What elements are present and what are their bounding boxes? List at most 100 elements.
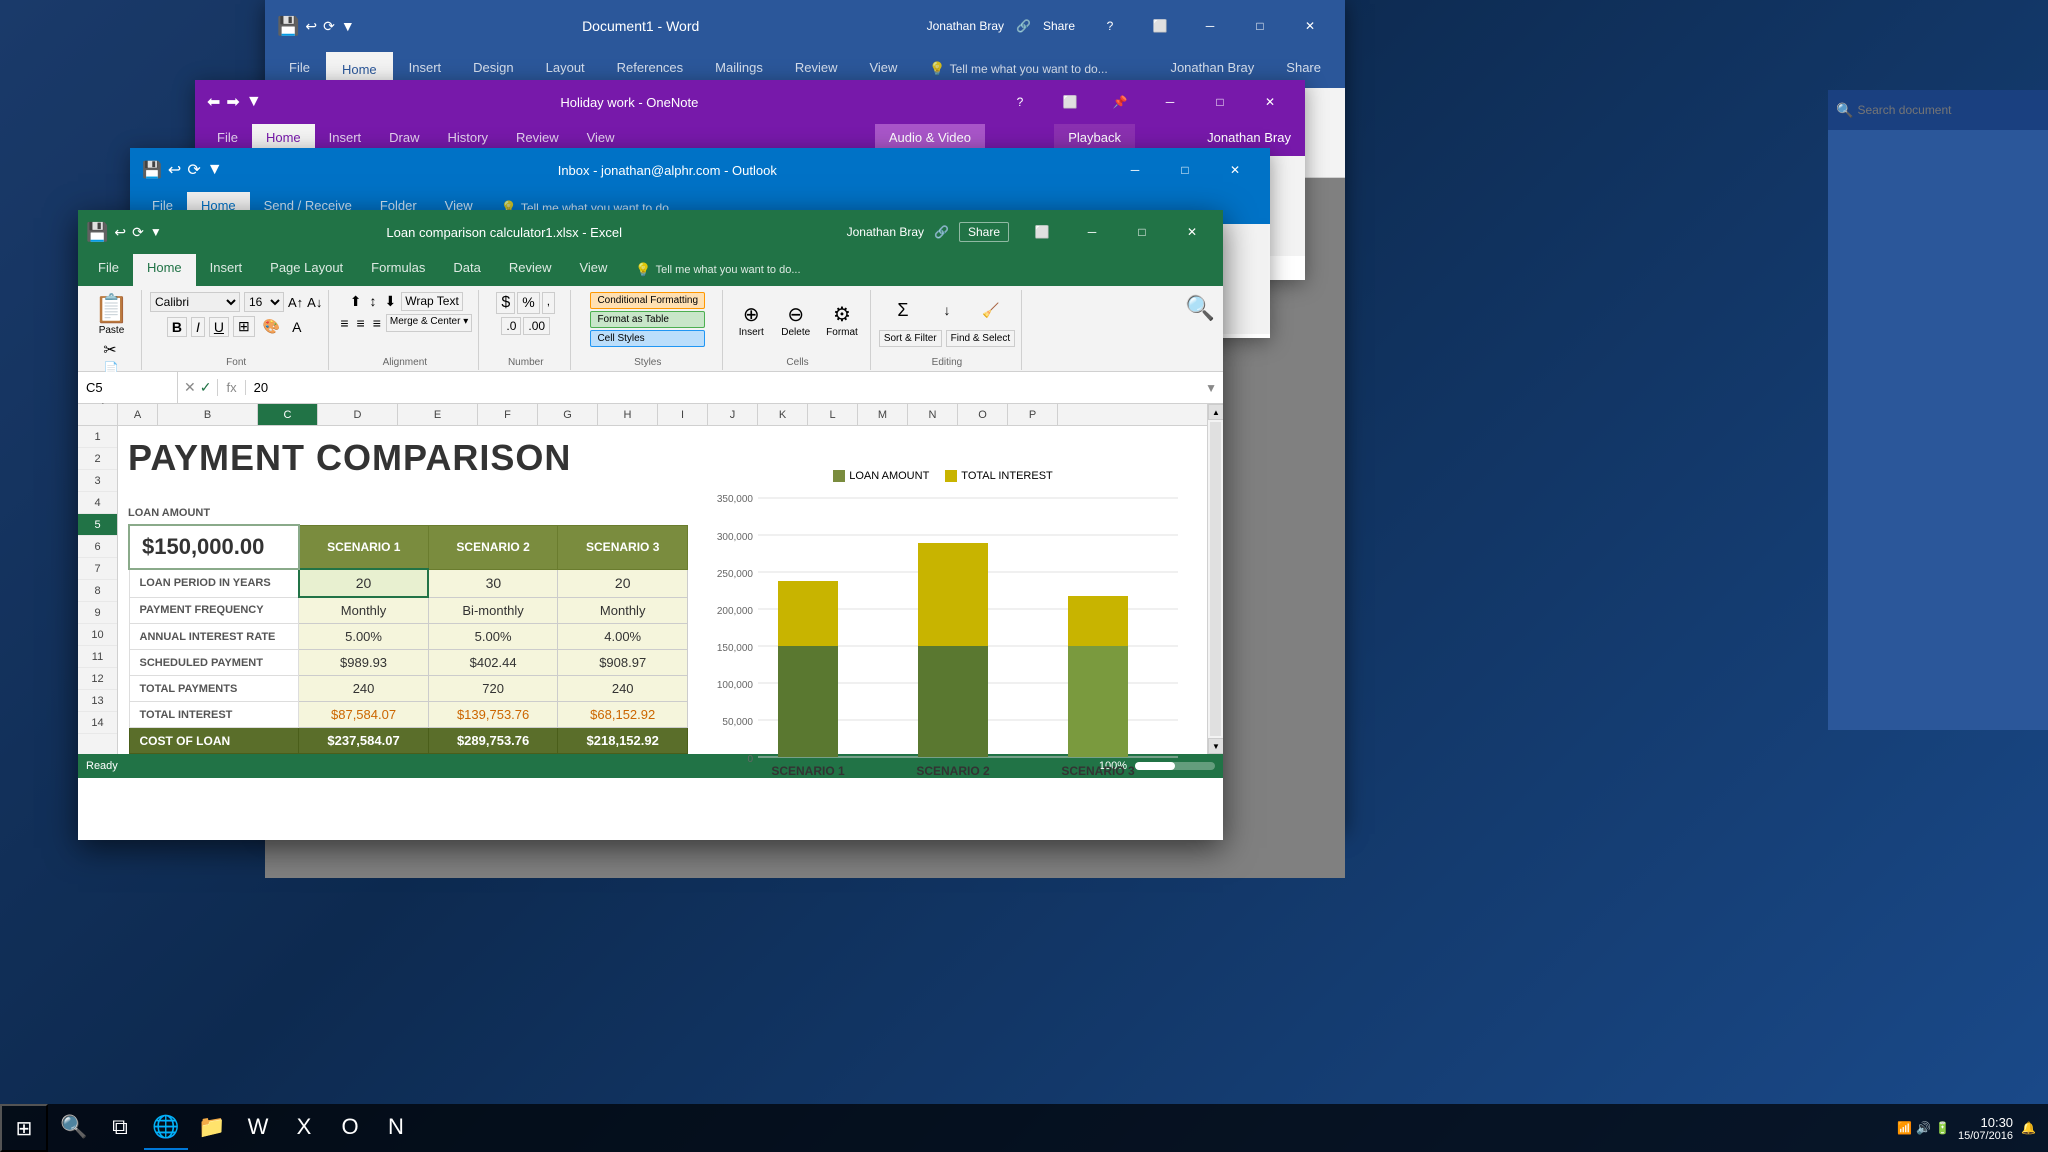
- align-center-btn[interactable]: ≡: [354, 314, 368, 332]
- font-color-btn[interactable]: A: [288, 318, 305, 336]
- payment-freq-s1[interactable]: Monthly: [299, 597, 429, 624]
- taskbar-battery-icon[interactable]: 🔋: [1935, 1121, 1950, 1135]
- onenote-audio-video-tab[interactable]: Audio & Video: [875, 124, 985, 151]
- total-interest-s3[interactable]: $68,152.92: [558, 702, 688, 728]
- align-top-btn[interactable]: ⬆: [347, 292, 365, 311]
- scheduled-payment-s3[interactable]: $908.97: [558, 650, 688, 676]
- cost-of-loan-s1[interactable]: $237,584.07: [299, 728, 429, 754]
- loan-period-s1[interactable]: 20: [299, 569, 429, 597]
- currency-btn[interactable]: $: [496, 292, 515, 314]
- excel-tab-data[interactable]: Data: [439, 254, 494, 286]
- align-left-btn[interactable]: ≡: [337, 314, 351, 332]
- onenote-help-btn[interactable]: ?: [997, 86, 1043, 118]
- fill-btn[interactable]: ↓: [927, 292, 967, 328]
- total-payments-s1[interactable]: 240: [299, 676, 429, 702]
- underline-btn[interactable]: U: [209, 317, 229, 337]
- annual-rate-s3[interactable]: 4.00%: [558, 624, 688, 650]
- sum-btn[interactable]: Σ: [883, 292, 923, 328]
- bold-btn[interactable]: B: [167, 317, 187, 337]
- excel-tab-review[interactable]: Review: [495, 254, 566, 286]
- excel-share-icon[interactable]: 🔗: [934, 225, 949, 239]
- loan-period-s2[interactable]: 30: [428, 569, 558, 597]
- row-13[interactable]: 13: [78, 690, 117, 712]
- col-header-c[interactable]: C: [258, 404, 318, 425]
- cost-of-loan-s2[interactable]: $289,753.76: [428, 728, 558, 754]
- vertical-scrollbar[interactable]: ▲ ▼: [1207, 404, 1223, 754]
- insert-cells-btn[interactable]: ⊕ Insert: [731, 296, 771, 344]
- row-11[interactable]: 11: [78, 646, 117, 668]
- col-header-p[interactable]: P: [1008, 404, 1058, 425]
- col-header-n[interactable]: N: [908, 404, 958, 425]
- sort-filter-btn[interactable]: Sort & Filter: [879, 330, 942, 347]
- clear-btn[interactable]: 🧹: [971, 292, 1011, 328]
- col-header-i[interactable]: I: [658, 404, 708, 425]
- total-payments-s3[interactable]: 240: [558, 676, 688, 702]
- excel-tab-file[interactable]: File: [84, 254, 133, 286]
- loan-amount-value-cell[interactable]: $150,000.00: [129, 525, 299, 569]
- col-header-o[interactable]: O: [958, 404, 1008, 425]
- row-6[interactable]: 6: [78, 536, 117, 558]
- conditional-formatting-btn[interactable]: Conditional Formatting: [590, 292, 705, 309]
- word-maximize-btn[interactable]: □: [1237, 10, 1283, 42]
- ribbon-search-btn[interactable]: 🔍: [1185, 294, 1215, 323]
- total-interest-s1[interactable]: $87,584.07: [299, 702, 429, 728]
- border-btn[interactable]: ⊞: [233, 316, 255, 337]
- total-payments-label[interactable]: TOTAL PAYMENTS: [129, 676, 299, 702]
- wrap-text-btn[interactable]: Wrap Text: [401, 292, 463, 311]
- increase-decimal-btn[interactable]: .0: [501, 317, 521, 335]
- onenote-minimize-btn[interactable]: ─: [1147, 86, 1193, 118]
- row-10[interactable]: 10: [78, 624, 117, 646]
- formula-cancel-btn[interactable]: ✕: [184, 379, 196, 396]
- excel-tab-page-layout[interactable]: Page Layout: [256, 254, 357, 286]
- paste-btn[interactable]: 📋 Paste: [88, 290, 135, 338]
- scenario2-header[interactable]: SCENARIO 2: [428, 525, 558, 569]
- row-7[interactable]: 7: [78, 558, 117, 580]
- col-header-m[interactable]: M: [858, 404, 908, 425]
- annual-rate-s1[interactable]: 5.00%: [299, 624, 429, 650]
- align-right-btn[interactable]: ≡: [370, 314, 384, 332]
- cost-of-loan-s3[interactable]: $218,152.92: [558, 728, 688, 754]
- find-select-btn[interactable]: Find & Select: [946, 330, 1015, 347]
- excel-tell-me[interactable]: 💡Tell me what you want to do...: [621, 254, 814, 286]
- taskbar-outlook[interactable]: O: [328, 1106, 372, 1150]
- payment-freq-s3[interactable]: Monthly: [558, 597, 688, 624]
- taskbar-edge[interactable]: 🌐: [144, 1106, 188, 1150]
- excel-tab-view[interactable]: View: [565, 254, 621, 286]
- scenario1-header[interactable]: SCENARIO 1: [299, 525, 429, 569]
- formula-confirm-btn[interactable]: ✓: [200, 379, 212, 396]
- col-header-a[interactable]: A: [118, 404, 158, 425]
- excel-tab-insert[interactable]: Insert: [196, 254, 257, 286]
- excel-minimize-btn[interactable]: ─: [1069, 216, 1115, 248]
- align-middle-btn[interactable]: ↕: [367, 292, 380, 311]
- col-header-h[interactable]: H: [598, 404, 658, 425]
- col-header-g[interactable]: G: [538, 404, 598, 425]
- col-header-k[interactable]: K: [758, 404, 808, 425]
- col-header-f[interactable]: F: [478, 404, 538, 425]
- total-interest-label[interactable]: TOTAL INTEREST: [129, 702, 299, 728]
- word-close-btn[interactable]: ✕: [1287, 10, 1333, 42]
- onenote-playback-tab[interactable]: Playback: [1054, 124, 1135, 151]
- merge-center-btn[interactable]: Merge & Center ▾: [386, 314, 472, 332]
- scheduled-payment-s2[interactable]: $402.44: [428, 650, 558, 676]
- taskbar-excel[interactable]: X: [282, 1106, 326, 1150]
- cost-of-loan-label[interactable]: COST OF LOAN: [129, 728, 299, 754]
- scroll-thumb[interactable]: [1210, 422, 1221, 736]
- total-interest-s2[interactable]: $139,753.76: [428, 702, 558, 728]
- fill-color-btn[interactable]: 🎨: [259, 317, 284, 336]
- onenote-close-btn[interactable]: ✕: [1247, 86, 1293, 118]
- taskbar-notification-btn[interactable]: 🔔: [2021, 1121, 2036, 1135]
- row-12[interactable]: 12: [78, 668, 117, 690]
- word-minimize-btn[interactable]: ─: [1187, 10, 1233, 42]
- scroll-up-btn[interactable]: ▲: [1208, 404, 1223, 420]
- row-8[interactable]: 8: [78, 580, 117, 602]
- percent-btn[interactable]: %: [517, 292, 539, 314]
- excel-tab-home[interactable]: Home: [133, 254, 196, 286]
- cell-reference-input[interactable]: [78, 372, 178, 403]
- taskbar-file-explorer[interactable]: 📁: [190, 1106, 234, 1150]
- taskbar-search[interactable]: 🔍: [52, 1106, 96, 1150]
- onenote-pin-btn[interactable]: 📌: [1097, 86, 1143, 118]
- taskbar-clock[interactable]: 10:30 15/07/2016: [1958, 1115, 2013, 1142]
- formula-expand-btn[interactable]: ▼: [1199, 381, 1223, 395]
- annual-rate-s2[interactable]: 5.00%: [428, 624, 558, 650]
- italic-btn[interactable]: I: [191, 317, 205, 337]
